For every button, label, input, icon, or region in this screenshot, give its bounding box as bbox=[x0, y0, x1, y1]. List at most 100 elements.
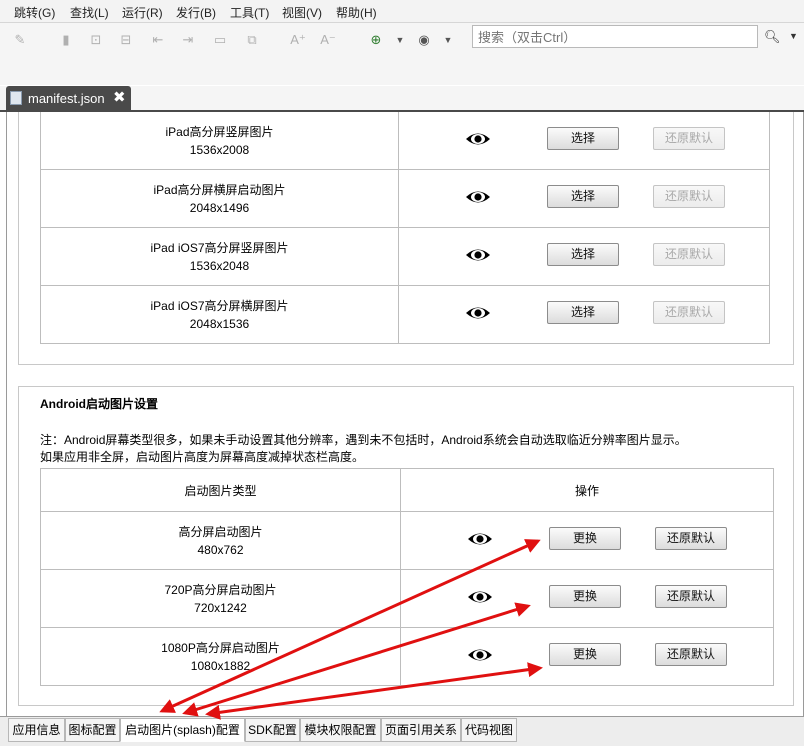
bookmark-icon[interactable]: ▮ bbox=[58, 32, 74, 48]
select-button[interactable]: 选择 bbox=[547, 243, 619, 266]
file-icon bbox=[10, 91, 22, 105]
format-icon[interactable]: ✎ bbox=[12, 32, 28, 48]
table-row: 720P高分屏启动图片 720x1242 更换 还原默认 bbox=[40, 569, 774, 628]
action-cell: 选择 还原默认 bbox=[398, 169, 770, 228]
replace-button[interactable]: 更换 bbox=[549, 585, 621, 608]
menu-help[interactable]: 帮助(H) bbox=[336, 4, 377, 21]
font-decrease-icon[interactable]: A⁻ bbox=[320, 32, 336, 48]
eye-icon[interactable] bbox=[465, 189, 491, 205]
reset-default-button[interactable]: 还原默认 bbox=[655, 643, 727, 666]
debug-icon[interactable]: ◉ bbox=[416, 32, 432, 48]
reset-default-button[interactable]: 还原默认 bbox=[655, 527, 727, 550]
table-row: 高分屏启动图片 480x762 更换 还原默认 bbox=[40, 511, 774, 570]
select-button[interactable]: 选择 bbox=[547, 127, 619, 150]
tab-code-view[interactable]: 代码视图 bbox=[461, 718, 517, 742]
action-cell: 更换 还原默认 bbox=[400, 511, 774, 570]
eye-icon[interactable] bbox=[467, 647, 493, 663]
tab-app-info[interactable]: 应用信息 bbox=[8, 718, 65, 742]
action-cell: 选择 还原默认 bbox=[398, 227, 770, 286]
editor-area: iPad高分屏竖屏图片 1536x2008 选择 还原默认 iPad高分屏横屏启… bbox=[6, 112, 804, 716]
copy-icon[interactable]: ⧉ bbox=[244, 32, 260, 48]
menu-tools[interactable]: 工具(T) bbox=[230, 4, 269, 21]
tab-sdk-config[interactable]: SDK配置 bbox=[245, 718, 300, 742]
search-box[interactable] bbox=[472, 25, 758, 48]
select-button[interactable]: 选择 bbox=[547, 185, 619, 208]
table-row: 1080P高分屏启动图片 1080x1882 更换 还原默认 bbox=[40, 627, 774, 686]
indent-right-icon[interactable]: ⇥ bbox=[180, 32, 196, 48]
section-title: Android启动图片设置 bbox=[40, 397, 158, 411]
image-size: 2048x1536 bbox=[189, 316, 250, 331]
eye-icon[interactable] bbox=[467, 589, 493, 605]
menu-bar: 跳转(G) 查找(L) 运行(R) 发行(B) 工具(T) 视图(V) 帮助(H… bbox=[0, 0, 804, 23]
table-row: iPad高分屏横屏启动图片 2048x1496 选择 还原默认 bbox=[40, 169, 770, 228]
tab-manifest[interactable]: manifest.json ✖ bbox=[6, 86, 131, 110]
reset-default-button[interactable]: 还原默认 bbox=[655, 585, 727, 608]
tab-label: manifest.json bbox=[28, 91, 105, 106]
image-type-cell: iPad iOS7高分屏竖屏图片 1536x2048 bbox=[40, 227, 399, 286]
select-button[interactable]: 选择 bbox=[547, 301, 619, 324]
search-icon[interactable]: 🔍︎ bbox=[764, 29, 781, 45]
menu-goto[interactable]: 跳转(G) bbox=[14, 4, 55, 21]
android-splash-table: 启动图片类型 操作 高分屏启动图片 480x762 更换 还原默认 720P高分… bbox=[40, 468, 774, 686]
menu-publish[interactable]: 发行(B) bbox=[176, 4, 216, 21]
ios-splash-table: iPad高分屏竖屏图片 1536x2008 选择 还原默认 iPad高分屏横屏启… bbox=[40, 112, 770, 344]
tab-module-permissions[interactable]: 模块权限配置 bbox=[300, 718, 381, 742]
column-header-type: 启动图片类型 bbox=[40, 468, 401, 512]
image-type-cell: iPad高分屏横屏启动图片 2048x1496 bbox=[40, 169, 399, 228]
image-name: iPad iOS7高分屏竖屏图片 bbox=[150, 240, 289, 255]
save-icon[interactable]: ⊟ bbox=[118, 32, 134, 48]
android-note: 注：Android屏幕类型很多，如果未手动设置其他分辨率，遇到未不包括时，And… bbox=[40, 433, 687, 447]
run-icon[interactable]: ⊕ bbox=[368, 32, 384, 48]
eye-icon[interactable] bbox=[465, 247, 491, 263]
menu-view[interactable]: 视图(V) bbox=[282, 4, 322, 21]
search-input[interactable] bbox=[476, 26, 750, 48]
image-name: 720P高分屏启动图片 bbox=[164, 582, 277, 597]
action-cell: 更换 还原默认 bbox=[400, 569, 774, 628]
close-icon[interactable]: ✖ bbox=[113, 88, 126, 106]
menu-find[interactable]: 查找(L) bbox=[70, 4, 109, 21]
image-type-cell: 720P高分屏启动图片 720x1242 bbox=[40, 569, 401, 628]
editor-tab-bar: manifest.json ✖ bbox=[0, 86, 804, 112]
table-row: iPad iOS7高分屏竖屏图片 1536x2048 选择 还原默认 bbox=[40, 227, 770, 286]
replace-button[interactable]: 更换 bbox=[549, 527, 621, 550]
reset-default-button: 还原默认 bbox=[653, 127, 725, 150]
eye-icon[interactable] bbox=[465, 305, 491, 321]
table-row: iPad iOS7高分屏横屏图片 2048x1536 选择 还原默认 bbox=[40, 285, 770, 344]
tab-page-references[interactable]: 页面引用关系 bbox=[381, 718, 461, 742]
image-type-cell: iPad高分屏竖屏图片 1536x2008 bbox=[40, 112, 399, 170]
image-size: 1080x1882 bbox=[190, 658, 251, 673]
bottom-tab-bar: 应用信息 图标配置 启动图片(splash)配置 SDK配置 模块权限配置 页面… bbox=[0, 716, 804, 746]
eye-icon[interactable] bbox=[467, 531, 493, 547]
image-size: 720x1242 bbox=[194, 600, 247, 615]
menu-run[interactable]: 运行(R) bbox=[122, 4, 163, 21]
reset-default-button: 还原默认 bbox=[653, 301, 725, 324]
new-file-icon[interactable]: ⊡ bbox=[88, 32, 104, 48]
chevron-down-icon[interactable]: ▼ bbox=[392, 32, 408, 48]
chevron-down-icon[interactable]: ▼ bbox=[440, 32, 456, 48]
image-name: 高分屏启动图片 bbox=[178, 524, 263, 539]
table-row: iPad高分屏竖屏图片 1536x2008 选择 还原默认 bbox=[40, 112, 770, 170]
toolbar: ✎ ▮ ⊡ ⊟ ⇤ ⇥ ▭ ⧉ A⁺ A⁻ ⊕ ▼ ◉ ▼ 🔍︎ ▼ bbox=[0, 23, 804, 85]
replace-button[interactable]: 更换 bbox=[549, 643, 621, 666]
image-type-cell: 高分屏启动图片 480x762 bbox=[40, 511, 401, 570]
image-size: 2048x1496 bbox=[189, 200, 250, 215]
eye-icon[interactable] bbox=[465, 131, 491, 147]
action-cell: 选择 还原默认 bbox=[398, 112, 770, 170]
image-name: iPad高分屏竖屏图片 bbox=[165, 124, 274, 139]
chevron-down-icon[interactable]: ▼ bbox=[789, 31, 798, 41]
image-size: 480x762 bbox=[197, 542, 244, 557]
image-name: iPad iOS7高分屏横屏图片 bbox=[150, 298, 289, 313]
indent-left-icon[interactable]: ⇤ bbox=[150, 32, 166, 48]
reset-default-button: 还原默认 bbox=[653, 243, 725, 266]
action-cell: 选择 还原默认 bbox=[398, 285, 770, 344]
column-header-action: 操作 bbox=[400, 468, 774, 512]
image-name: iPad高分屏横屏启动图片 bbox=[153, 182, 286, 197]
font-increase-icon[interactable]: A⁺ bbox=[290, 32, 306, 48]
comment-icon[interactable]: ▭ bbox=[212, 32, 228, 48]
image-type-cell: iPad iOS7高分屏横屏图片 2048x1536 bbox=[40, 285, 399, 344]
tab-icon-config[interactable]: 图标配置 bbox=[65, 718, 120, 742]
tab-splash-config[interactable]: 启动图片(splash)配置 bbox=[120, 718, 245, 742]
image-size: 1536x2048 bbox=[189, 258, 250, 273]
action-cell: 更换 还原默认 bbox=[400, 627, 774, 686]
image-type-cell: 1080P高分屏启动图片 1080x1882 bbox=[40, 627, 401, 686]
